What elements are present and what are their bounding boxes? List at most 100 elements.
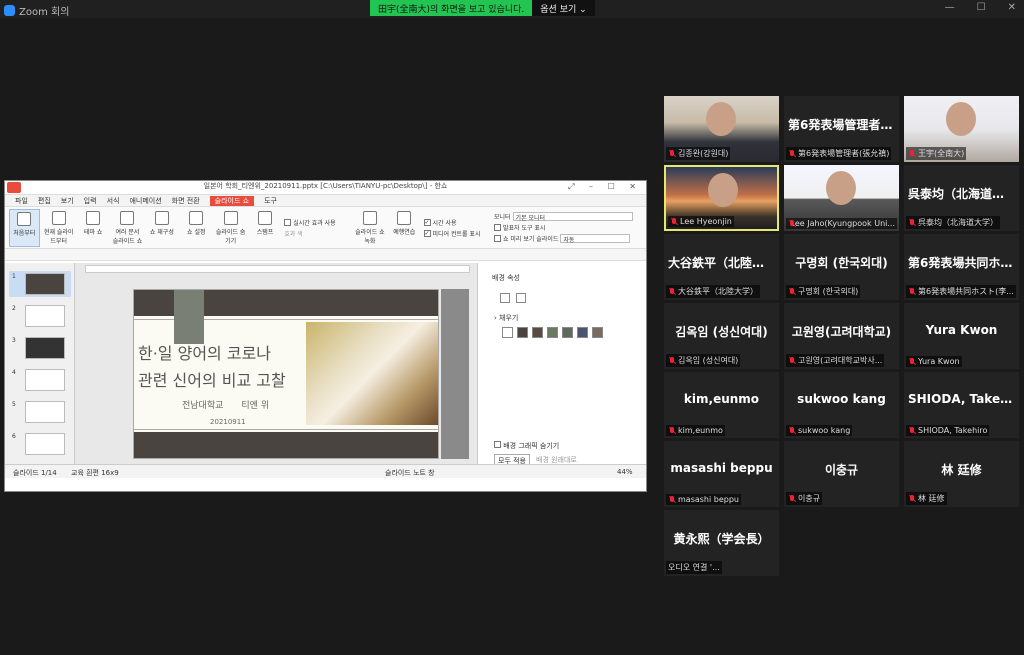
participant-tile[interactable]: Yura Kwon Yura Kwon <box>904 303 1019 369</box>
participant-tile[interactable]: kim,eunmo kim,eunmo <box>664 372 779 438</box>
participant-tile[interactable]: 김옥임 (성신여대) 김옥임 (성신여대) <box>664 303 779 369</box>
monitor-select[interactable]: 기본 모니터 <box>512 212 633 222</box>
ribbon-checks-1: 실시간 효과 사용 효과 색 <box>284 218 350 238</box>
chk-live[interactable]: 실시간 효과 사용 <box>284 218 350 227</box>
participant-display-name: 黄永熙（学会長） <box>673 532 770 546</box>
participant-display-name: kim,eunmo <box>683 392 760 406</box>
participant-label: Lee Jaho(Kyungpook Uni... <box>786 218 897 229</box>
fill-section[interactable]: › 채우기 <box>494 313 518 323</box>
participant-label: 大谷鉄平（北陸大学） <box>666 285 760 298</box>
close-icon[interactable]: ✕ <box>1008 2 1016 13</box>
participant-display-name: 呉泰均（北海道大学） <box>908 187 1019 201</box>
menu-0[interactable]: 파일 <box>15 196 28 206</box>
ribbon-setup[interactable]: 쇼 설정 <box>181 209 211 247</box>
participant-tile[interactable]: 구명회 (한국외대) 구명회 (한국외대) <box>784 234 899 300</box>
participant-label: kim,eunmo <box>666 425 725 436</box>
chk-media[interactable]: ✓ 미디어 컨트롤 표시 <box>423 229 490 238</box>
participant-display-name: masashi beppu <box>670 461 773 475</box>
chk-preview[interactable]: 쇼 미리 보기 슬라이드 자동 <box>493 234 646 244</box>
menu-6[interactable]: 화면 전환 <box>172 196 200 206</box>
participant-tile[interactable]: 김종완(강원대) <box>664 96 779 162</box>
chk-presenter[interactable]: 발표자 도구 표시 <box>493 223 646 232</box>
menu-8[interactable]: 도구 <box>264 196 277 206</box>
menu-2[interactable]: 보기 <box>61 196 74 206</box>
paint-icon[interactable] <box>500 293 510 303</box>
editor-area: 1 2 3 4 5 6 한·일 양어의 코로나 관련 신어의 비교 고찰 전남대… <box>5 263 646 478</box>
participant-tile[interactable]: Lee Hyeonjin <box>664 165 779 231</box>
swatch-5[interactable] <box>577 327 588 338</box>
ribbon: 처음부터 현재 슬라이드부터 테마 쇼 여러 문서 슬라이드 쇼 쇼 재구성 쇼… <box>5 207 646 249</box>
ribbon-theme[interactable]: 테마 쇼 <box>78 209 108 247</box>
hanshow-logo-icon <box>7 182 21 193</box>
swatch-1[interactable] <box>517 327 528 338</box>
ribbon-custom[interactable]: 쇼 재구성 <box>147 209 177 247</box>
thumb-3[interactable]: 3 <box>9 335 71 361</box>
chk-color[interactable]: 효과 색 <box>284 229 350 238</box>
hide-graphics[interactable]: 배경 그래픽 숨기기 <box>494 441 559 451</box>
swatch-6[interactable] <box>592 327 603 338</box>
ribbon-stamp[interactable]: 스탬프 <box>250 209 280 247</box>
image-icon[interactable] <box>516 293 526 303</box>
ribbon-hide[interactable]: 슬라이드 숨기기 <box>215 209 245 247</box>
ribbon-multi[interactable]: 여러 문서 슬라이드 쇼 <box>112 209 142 247</box>
participant-tile[interactable]: 이충규 이충규 <box>784 441 899 507</box>
participant-label: 第6発表場共同ホスト(李... <box>906 285 1016 298</box>
participant-tile[interactable]: 王宇(全南大) <box>904 96 1019 162</box>
participant-display-name: SHIODA, Takehiro <box>908 392 1019 406</box>
participant-name: 林 廷修 <box>918 494 945 503</box>
menu-4[interactable]: 서식 <box>107 196 120 206</box>
swatch-0[interactable] <box>502 327 513 338</box>
participant-name: masashi beppu <box>678 495 739 504</box>
thumb-4[interactable]: 4 <box>9 367 71 393</box>
participant-tile[interactable]: 黄永熙（学会長） 오디오 연결 '... <box>664 510 779 576</box>
panel-title: 배경 속성 <box>492 274 520 282</box>
participant-name: SHIODA, Takehiro <box>918 426 988 435</box>
slide-thumbnails: 1 2 3 4 5 6 <box>5 263 75 478</box>
participant-tile[interactable]: 第6発表場共同ホスト 第6発表場共同ホスト(李... <box>904 234 1019 300</box>
thumb-6[interactable]: 6 <box>9 431 71 457</box>
participant-tile[interactable]: 林 廷修林 廷修 <box>904 441 1019 507</box>
slide-canvas[interactable]: 한·일 양어의 코로나 관련 신어의 비교 고찰 전남대학교 티엔 위 2021… <box>133 289 439 459</box>
notes-toggle[interactable]: 슬라이드 노트 창 <box>385 468 435 478</box>
ribbon-rehearse[interactable]: 예행연습 <box>389 209 419 247</box>
ribbon-current[interactable]: 현재 슬라이드부터 <box>44 209 74 247</box>
mic-muted-icon <box>670 217 678 226</box>
chk-timing[interactable]: ✓ 시간 사용 <box>423 218 490 227</box>
doc-titlebar: 일본어 학회_티엔위_20210911.pptx [C:\Users\TIANY… <box>5 181 646 195</box>
view-options-button[interactable]: 옵션 보기 ⌄ <box>532 0 595 16</box>
participant-tile[interactable]: SHIODA, Takehiro SHIODA, Takehiro <box>904 372 1019 438</box>
thumb-2[interactable]: 2 <box>9 303 71 329</box>
mic-muted-icon <box>668 287 676 296</box>
window-controls: — ☐ ✕ <box>945 2 1016 13</box>
share-banner: 田宇(全南大)의 화면을 보고 있습니다. 옵션 보기 ⌄ <box>370 0 595 16</box>
zoom-titlebar: Zoom 회의 田宇(全南大)의 화면을 보고 있습니다. 옵션 보기 ⌄ — … <box>0 0 1024 18</box>
participant-tile[interactable]: 第6発表場管理者(張允禛) 第6発表場管理者(張允禛) <box>784 96 899 162</box>
participant-tile[interactable]: 고원영(고려대학교) 고원영(고려대학교박사... <box>784 303 899 369</box>
participant-tile[interactable]: Lee Jaho(Kyungpook Uni... <box>784 165 899 231</box>
ribbon-start[interactable]: 처음부터 <box>9 208 40 247</box>
participant-tile[interactable]: 大谷鉄平（北陸大学） 大谷鉄平（北陸大学） <box>664 234 779 300</box>
swatch-3[interactable] <box>547 327 558 338</box>
menu-5[interactable]: 애니메이션 <box>129 196 161 206</box>
swatch-2[interactable] <box>532 327 543 338</box>
ribbon-record[interactable]: 슬라이드 쇼 녹화 <box>355 209 385 247</box>
mic-muted-icon <box>908 494 916 503</box>
participant-label: 김옥임 (성신여대) <box>666 354 741 367</box>
participant-label: Yura Kwon <box>906 356 962 367</box>
menu-1[interactable]: 편집 <box>38 196 51 206</box>
thumb-5[interactable]: 5 <box>9 399 71 425</box>
thumb-1[interactable]: 1 <box>9 271 71 297</box>
menu-7[interactable]: 슬라이드 쇼 <box>209 195 255 206</box>
participant-name: 김옥임 (성신여대) <box>678 356 739 365</box>
swatch-4[interactable] <box>562 327 573 338</box>
menu-3[interactable]: 입력 <box>84 196 97 206</box>
maximize-icon[interactable]: ☐ <box>977 2 986 13</box>
swatches <box>502 327 603 338</box>
participant-tile[interactable]: masashi beppu masashi beppu <box>664 441 779 507</box>
mic-muted-icon <box>908 149 916 158</box>
participant-tile[interactable]: sukwoo kang sukwoo kang <box>784 372 899 438</box>
minimize-icon[interactable]: — <box>945 2 955 13</box>
auto-select[interactable]: 자동 <box>560 234 631 244</box>
participant-name: 第6発表場共同ホスト(李... <box>918 287 1014 296</box>
participant-tile[interactable]: 呉泰均（北海道大学） 呉泰均（北海道大学） <box>904 165 1019 231</box>
